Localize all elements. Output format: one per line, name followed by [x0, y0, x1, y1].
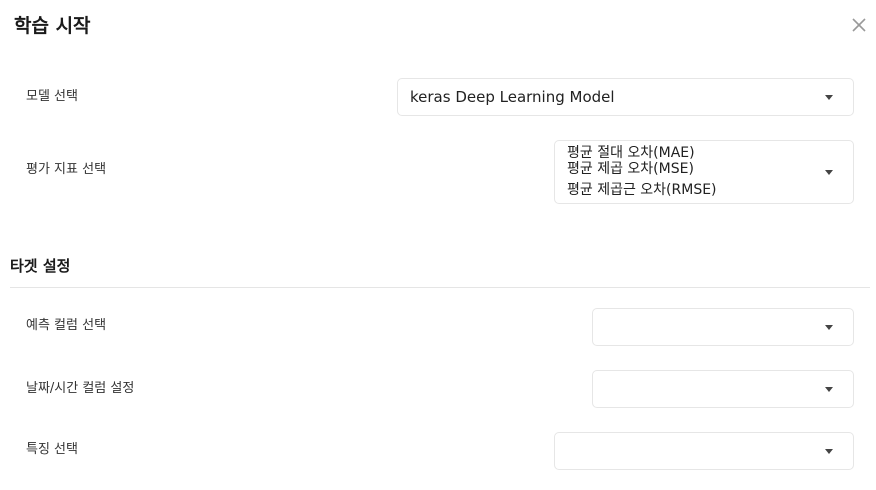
close-icon — [852, 18, 866, 32]
metric-selected-values: 평균 절대 오차(MAE) 평균 제곱 오차(MSE) 평균 제곱근 오차(RM… — [567, 143, 717, 201]
target-section-title: 타겟 설정 — [10, 257, 71, 275]
feature-select[interactable] — [554, 432, 854, 470]
dialog-title: 학습 시작 — [14, 15, 91, 37]
close-button[interactable] — [848, 14, 870, 36]
chevron-down-icon — [825, 325, 833, 330]
chevron-down-icon — [825, 95, 833, 100]
metric-select[interactable]: 평균 절대 오차(MAE) 평균 제곱 오차(MSE) 평균 제곱근 오차(RM… — [554, 140, 854, 204]
datetime-column-label: 날짜/시간 컬럼 설정 — [26, 381, 135, 396]
prediction-column-select[interactable] — [592, 308, 854, 346]
chevron-down-icon — [825, 387, 833, 392]
model-select-label: 모델 선택 — [26, 89, 78, 104]
metric-option-rmse: 평균 제곱근 오차(RMSE) — [567, 182, 717, 198]
prediction-column-label: 예측 컬럼 선택 — [26, 318, 107, 333]
feature-select-label: 특징 선택 — [26, 442, 78, 457]
model-select-value: keras Deep Learning Model — [410, 88, 615, 106]
chevron-down-icon — [825, 170, 833, 175]
model-select[interactable]: keras Deep Learning Model — [397, 78, 854, 116]
datetime-column-select[interactable] — [592, 370, 854, 408]
section-divider — [10, 287, 870, 288]
training-start-dialog: 학습 시작 모델 선택 keras Deep Learning Model 평가… — [0, 0, 876, 490]
chevron-down-icon — [825, 449, 833, 454]
metric-select-label: 평가 지표 선택 — [26, 162, 107, 177]
